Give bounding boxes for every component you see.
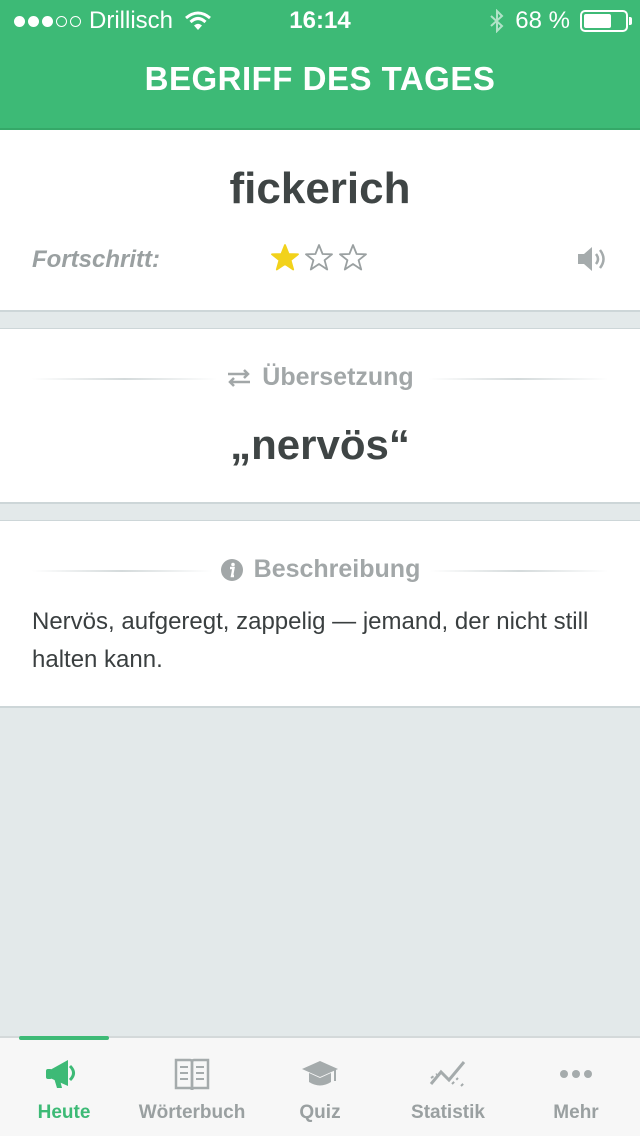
- tab-label: Statistik: [411, 1102, 485, 1123]
- page-title: BEGRIFF DES TAGES: [144, 60, 496, 97]
- description-card: Beschreibung Nervös, aufgeregt, zappelig…: [0, 520, 640, 708]
- status-right: 68 %: [489, 7, 632, 35]
- translation-heading-label: Übersetzung: [262, 363, 414, 391]
- chart-line-icon: [429, 1061, 466, 1087]
- star-empty-icon: [339, 244, 367, 271]
- translation-text: „nervös“: [230, 421, 410, 468]
- description-text: Nervös, aufgeregt, zappelig — jemand, de…: [32, 608, 589, 673]
- tab-label: Heute: [37, 1102, 91, 1123]
- translation-card: Übersetzung „nervös“: [0, 328, 640, 504]
- graduation-cap-icon: [302, 1061, 338, 1086]
- tab-heute[interactable]: Heute: [0, 1036, 128, 1136]
- speaker-icon[interactable]: [576, 244, 610, 274]
- status-bar: Drillisch 16:14 68 %: [0, 0, 640, 40]
- tab-woerterbuch[interactable]: Wörterbuch: [128, 1038, 256, 1136]
- more-dots-icon: [560, 1070, 592, 1078]
- book-icon: [174, 1058, 210, 1091]
- term-word: fickerich: [229, 164, 411, 213]
- swap-arrows-icon: [228, 368, 251, 387]
- battery-percent: 68 %: [515, 7, 570, 34]
- active-tab-indicator: [19, 1036, 109, 1040]
- battery-level: [584, 14, 612, 28]
- star-filled-icon: [271, 244, 299, 271]
- tab-mehr[interactable]: Mehr: [512, 1038, 640, 1136]
- tab-bar: Heute Wörterbuch Quiz Statistik Mehr: [0, 1036, 640, 1136]
- translation-divider: Übersetzung: [32, 359, 608, 399]
- megaphone-icon: [46, 1060, 75, 1088]
- tab-label: Wörterbuch: [138, 1102, 246, 1123]
- description-heading-label: Beschreibung: [253, 555, 421, 583]
- tab-statistik[interactable]: Statistik: [384, 1038, 512, 1136]
- translation-heading: Übersetzung: [32, 363, 608, 392]
- term-card: fickerich Fortschritt:: [0, 130, 640, 312]
- tab-quiz[interactable]: Quiz: [256, 1038, 384, 1136]
- description-heading: Beschreibung: [32, 555, 608, 584]
- app-header: Drillisch 16:14 68 % BEGRIFF DES TAGES: [0, 0, 640, 130]
- progress-label: Fortschritt:: [32, 246, 160, 273]
- info-icon: [220, 558, 243, 581]
- tab-label: Mehr: [553, 1102, 599, 1123]
- bluetooth-icon: [490, 9, 504, 33]
- description-divider: Beschreibung: [32, 551, 608, 591]
- tab-label: Quiz: [299, 1102, 341, 1123]
- progress-stars: [270, 243, 368, 273]
- star-empty-icon: [305, 244, 333, 271]
- battery-icon: [580, 10, 632, 32]
